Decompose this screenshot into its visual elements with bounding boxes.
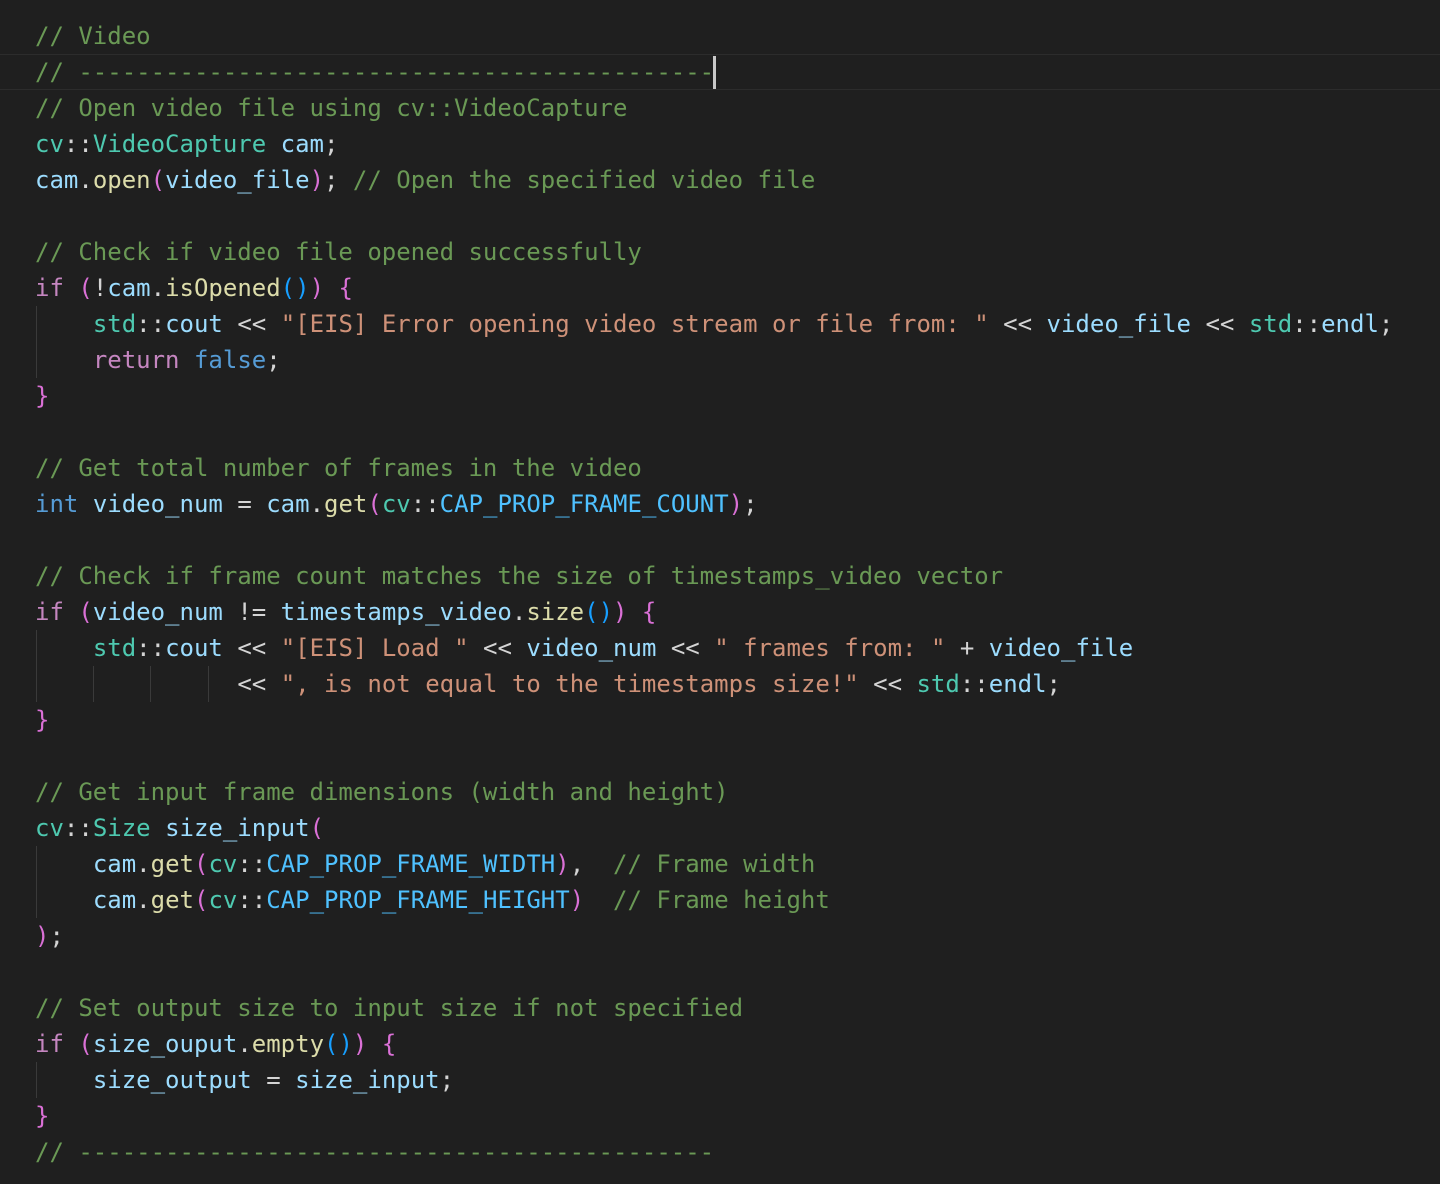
code-line[interactable]: // Video	[35, 18, 151, 54]
code-line[interactable]: // Check if video file opened successful…	[35, 234, 642, 270]
code-line[interactable]: << ", is not equal to the timestamps siz…	[35, 666, 1061, 702]
code-line[interactable]: cam.open(video_file); // Open the specif…	[35, 162, 815, 198]
code-line[interactable]: if (!cam.isOpened()) {	[35, 270, 353, 306]
code-line[interactable]: // -------------------------------------…	[35, 1134, 714, 1170]
code-line[interactable]: cv::VideoCapture cam;	[35, 126, 338, 162]
code-line[interactable]: cam.get(cv::CAP_PROP_FRAME_WIDTH), // Fr…	[35, 846, 816, 882]
code-line[interactable]: // Set output size to input size if not …	[35, 990, 743, 1026]
code-line[interactable]: std::cout << "[EIS] Error opening video …	[35, 306, 1394, 342]
code-line[interactable]: }	[35, 1098, 49, 1134]
code-line[interactable]: // Get total number of frames in the vid…	[35, 450, 642, 486]
code-line[interactable]: size_output = size_input;	[35, 1062, 454, 1098]
code-line[interactable]: // Check if frame count matches the size…	[35, 558, 1003, 594]
code-line[interactable]: std::cout << "[EIS] Load " << video_num …	[35, 630, 1133, 666]
code-line[interactable]: if (size_ouput.empty()) {	[35, 1026, 396, 1062]
code-line[interactable]: // Get input frame dimensions (width and…	[35, 774, 729, 810]
code-line[interactable]: cv::Size size_input(	[35, 810, 324, 846]
code-line[interactable]: return false;	[35, 342, 281, 378]
code-line[interactable]: );	[35, 918, 64, 954]
code-line[interactable]: // -------------------------------------…	[35, 54, 714, 90]
code-line[interactable]: }	[35, 702, 49, 738]
code-line[interactable]: cam.get(cv::CAP_PROP_FRAME_HEIGHT) // Fr…	[35, 882, 830, 918]
code-editor[interactable]: // Video// -----------------------------…	[0, 0, 1440, 1184]
code-line[interactable]: if (video_num != timestamps_video.size()…	[35, 594, 656, 630]
code-line[interactable]: int video_num = cam.get(cv::CAP_PROP_FRA…	[35, 486, 758, 522]
code-line[interactable]: // Open video file using cv::VideoCaptur…	[35, 90, 627, 126]
code-line[interactable]: }	[35, 378, 49, 414]
